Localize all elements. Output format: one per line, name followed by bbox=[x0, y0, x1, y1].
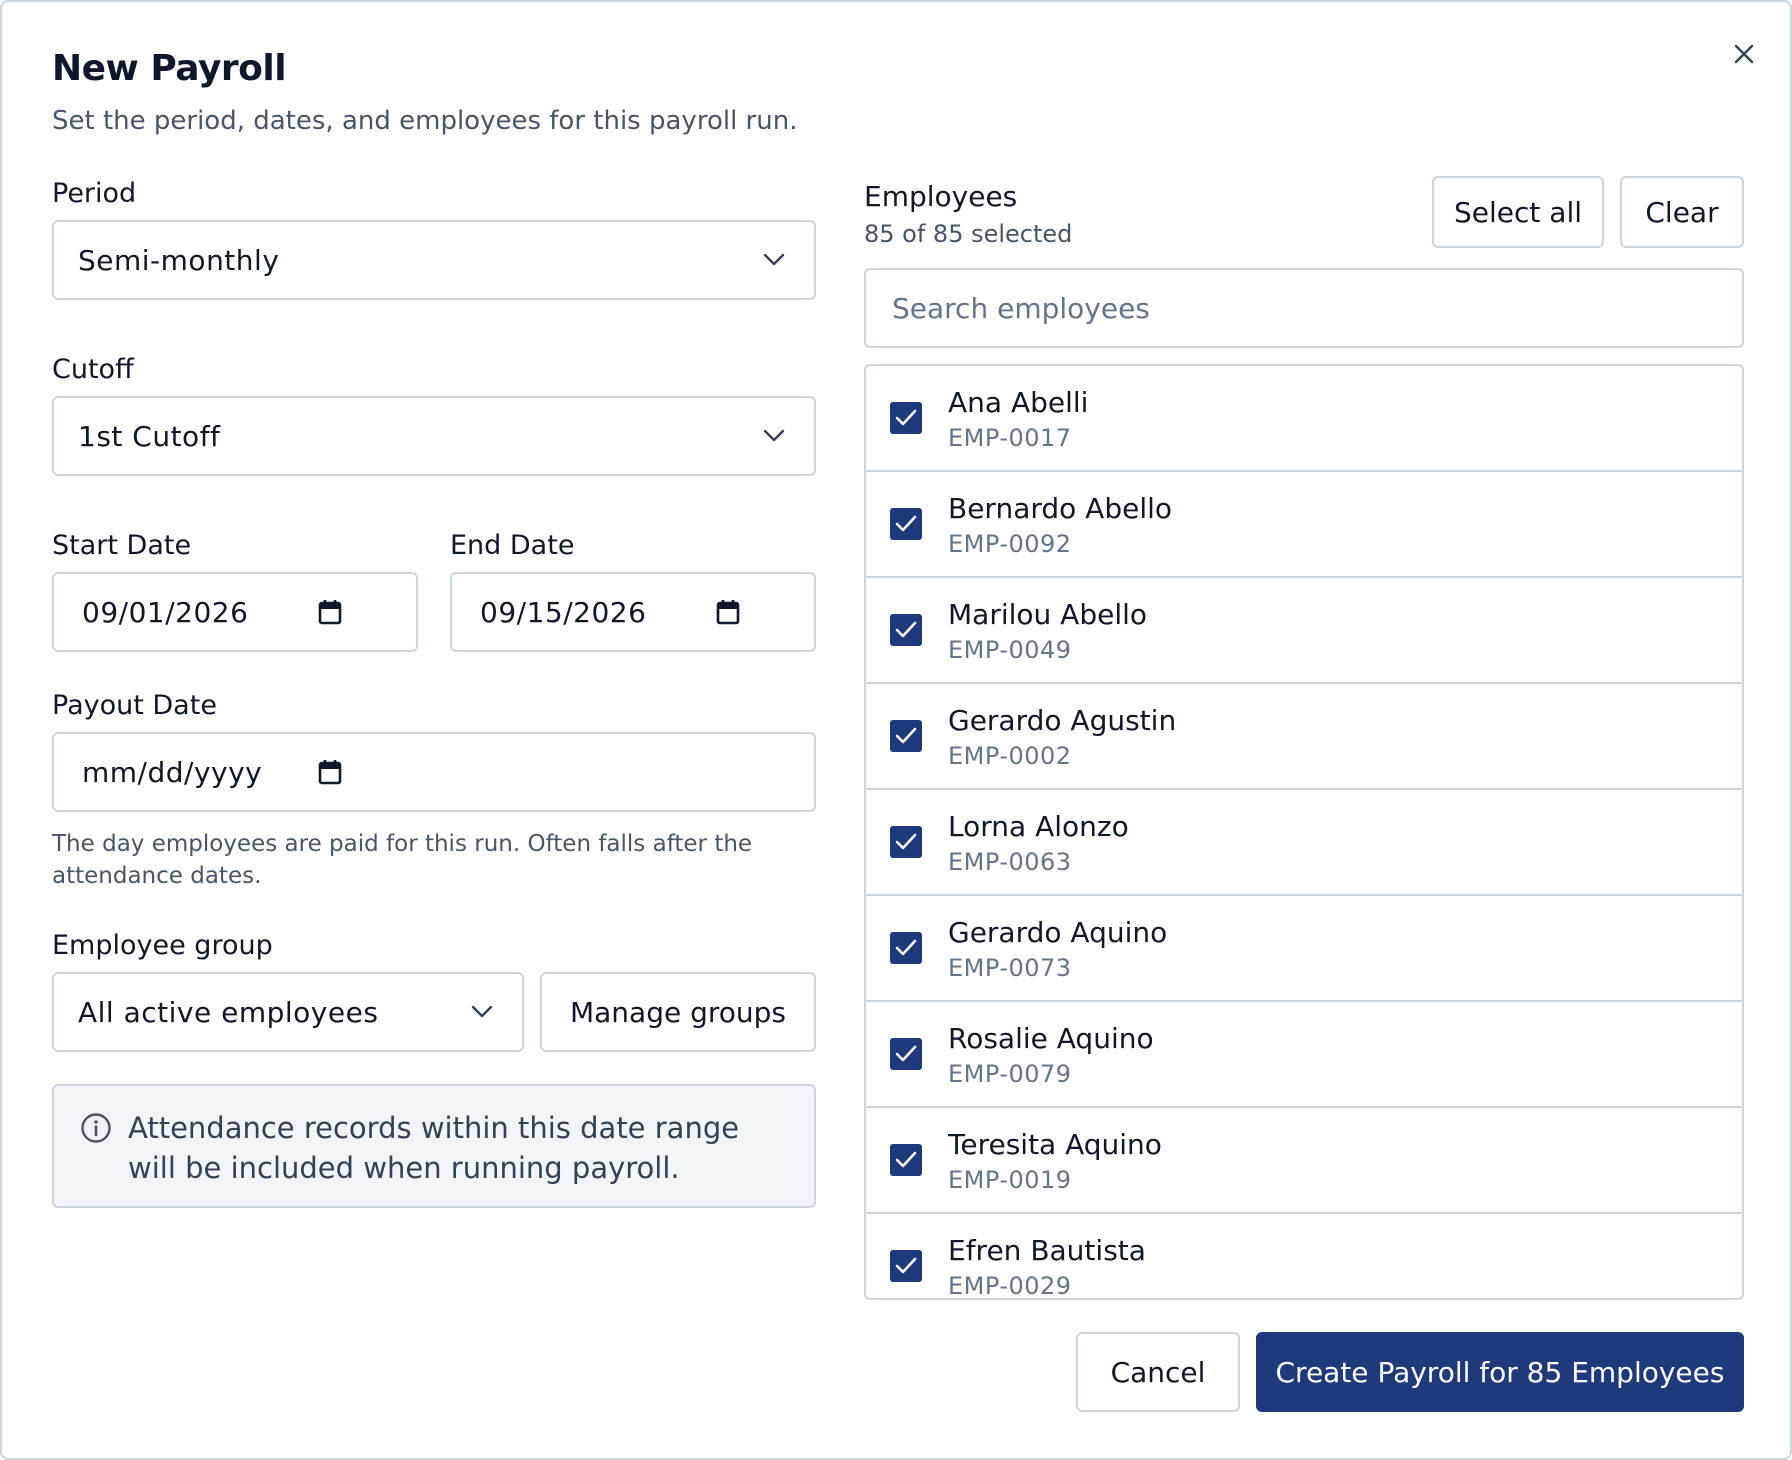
employee-checkbox[interactable] bbox=[890, 1038, 922, 1070]
employee-name: Efren Bautista bbox=[948, 1234, 1146, 1267]
info-callout: Attendance records within this date rang… bbox=[52, 1084, 816, 1208]
check-icon bbox=[895, 727, 917, 744]
employee-row[interactable]: Rosalie Aquino EMP-0079 bbox=[866, 1002, 1742, 1108]
end-date-label: End Date bbox=[450, 530, 575, 561]
end-date-input[interactable]: 09/15/2026 bbox=[450, 572, 816, 652]
check-icon bbox=[895, 1045, 917, 1062]
payout-date-input[interactable]: mm/dd/yyyy bbox=[52, 732, 816, 812]
employee-group-value: All active employees bbox=[78, 995, 379, 1029]
clear-button[interactable]: Clear bbox=[1620, 176, 1744, 248]
info-text: Attendance records within this date rang… bbox=[128, 1111, 740, 1185]
employee-checkbox[interactable] bbox=[890, 508, 922, 540]
employee-name: Rosalie Aquino bbox=[948, 1022, 1154, 1055]
close-icon bbox=[1734, 44, 1754, 64]
chevron-down-icon bbox=[760, 246, 788, 274]
dialog-subtitle: Set the period, dates, and employees for… bbox=[52, 106, 798, 136]
employees-label: Employees bbox=[864, 180, 1018, 213]
employee-code: EMP-0063 bbox=[948, 848, 1072, 876]
employees-selected-count: 85 of 85 selected bbox=[864, 220, 1073, 248]
employee-checkbox[interactable] bbox=[890, 932, 922, 964]
end-date-value: 09/15/2026 bbox=[480, 595, 647, 629]
cutoff-label: Cutoff bbox=[52, 354, 134, 385]
employee-name: Gerardo Aquino bbox=[948, 916, 1168, 949]
employee-name: Teresita Aquino bbox=[948, 1128, 1162, 1161]
check-icon bbox=[895, 409, 917, 426]
payout-date-label: Payout Date bbox=[52, 690, 217, 721]
start-date-label: Start Date bbox=[52, 530, 192, 561]
employee-row[interactable]: Gerardo Aquino EMP-0073 bbox=[866, 896, 1742, 1002]
cancel-button[interactable]: Cancel bbox=[1076, 1332, 1240, 1412]
employee-search-field[interactable] bbox=[864, 268, 1744, 348]
employee-checkbox[interactable] bbox=[890, 1250, 922, 1282]
employee-code: EMP-0049 bbox=[948, 636, 1072, 664]
check-icon bbox=[895, 515, 917, 532]
employee-checkbox[interactable] bbox=[890, 402, 922, 434]
check-icon bbox=[895, 621, 917, 638]
employee-checkbox[interactable] bbox=[890, 826, 922, 858]
period-label: Period bbox=[52, 178, 137, 209]
employee-code: EMP-0092 bbox=[948, 530, 1072, 558]
employee-checkbox[interactable] bbox=[890, 614, 922, 646]
employee-row[interactable]: Teresita Aquino EMP-0019 bbox=[866, 1108, 1742, 1214]
create-payroll-button[interactable]: Create Payroll for 85 Employees bbox=[1256, 1332, 1744, 1412]
payout-date-placeholder: mm/dd/yyyy bbox=[82, 755, 263, 789]
check-icon bbox=[895, 833, 917, 850]
period-select[interactable]: Semi-monthly bbox=[52, 220, 816, 300]
employee-name: Ana Abelli bbox=[948, 386, 1089, 419]
employee-code: EMP-0017 bbox=[948, 424, 1072, 452]
employee-checkbox[interactable] bbox=[890, 1144, 922, 1176]
cutoff-select[interactable]: 1st Cutoff bbox=[52, 396, 816, 476]
employee-search-input[interactable] bbox=[866, 291, 1742, 325]
employee-code: EMP-0029 bbox=[948, 1272, 1072, 1300]
employee-checkbox[interactable] bbox=[890, 720, 922, 752]
chevron-down-icon bbox=[760, 422, 788, 450]
employee-code: EMP-0002 bbox=[948, 742, 1072, 770]
employee-group-label: Employee group bbox=[52, 930, 273, 961]
new-payroll-dialog: New Payroll Set the period, dates, and e… bbox=[0, 0, 1792, 1460]
employee-code: EMP-0073 bbox=[948, 954, 1072, 982]
employee-row[interactable]: Marilou Abello EMP-0049 bbox=[866, 578, 1742, 684]
check-icon bbox=[895, 939, 917, 956]
employee-row[interactable]: Gerardo Agustin EMP-0002 bbox=[866, 684, 1742, 790]
employee-name: Gerardo Agustin bbox=[948, 704, 1177, 737]
employee-name: Lorna Alonzo bbox=[948, 810, 1129, 843]
employee-name: Marilou Abello bbox=[948, 598, 1148, 631]
chevron-down-icon bbox=[468, 998, 496, 1026]
start-date-value: 09/01/2026 bbox=[82, 595, 249, 629]
check-icon bbox=[895, 1257, 917, 1274]
employee-code: EMP-0019 bbox=[948, 1166, 1072, 1194]
employee-code: EMP-0079 bbox=[948, 1060, 1072, 1088]
manage-groups-button[interactable]: Manage groups bbox=[540, 972, 816, 1052]
check-icon bbox=[895, 1151, 917, 1168]
cutoff-value: 1st Cutoff bbox=[78, 419, 221, 453]
employee-row[interactable]: Ana Abelli EMP-0017 bbox=[866, 366, 1742, 472]
employee-row[interactable]: Lorna Alonzo EMP-0063 bbox=[866, 790, 1742, 896]
employee-row[interactable]: Efren Bautista EMP-0029 bbox=[866, 1214, 1742, 1300]
info-icon bbox=[80, 1112, 112, 1144]
start-date-input[interactable]: 09/01/2026 bbox=[52, 572, 418, 652]
employee-name: Bernardo Abello bbox=[948, 492, 1173, 525]
employee-group-select[interactable]: All active employees bbox=[52, 972, 524, 1052]
dialog-title: New Payroll bbox=[52, 48, 287, 89]
close-button[interactable] bbox=[1724, 34, 1764, 74]
employee-list[interactable]: Ana Abelli EMP-0017 Bernardo Abello EMP-009… bbox=[864, 364, 1744, 1300]
payout-date-hint: The day employees are paid for this run.… bbox=[52, 831, 753, 889]
calendar-icon[interactable] bbox=[316, 598, 344, 626]
employee-row[interactable]: Bernardo Abello EMP-0092 bbox=[866, 472, 1742, 578]
calendar-icon[interactable] bbox=[714, 598, 742, 626]
period-value: Semi-monthly bbox=[78, 243, 280, 277]
select-all-button[interactable]: Select all bbox=[1432, 176, 1604, 248]
calendar-icon[interactable] bbox=[316, 758, 344, 786]
